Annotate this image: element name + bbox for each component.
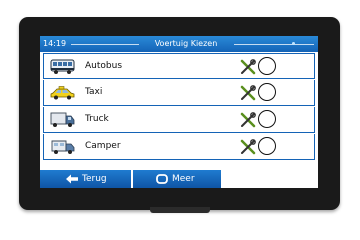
vehicle-radio[interactable] — [258, 57, 276, 75]
bottom-bar: Terug Meer — [40, 170, 318, 188]
page-title: Voertuig Kiezen — [154, 39, 218, 48]
vehicle-row-taxi[interactable]: Taxi — [43, 80, 315, 106]
arrow-left-icon — [66, 174, 78, 184]
taxi-icon — [50, 86, 75, 100]
gps-indicator-icon — [292, 42, 295, 45]
vehicle-label: Taxi — [85, 87, 103, 97]
clock: 14:19 — [43, 39, 67, 48]
vehicle-label: Truck — [85, 114, 109, 124]
settings-tools-icon[interactable] — [240, 139, 256, 155]
device-stand — [150, 207, 210, 213]
more-icon — [156, 174, 168, 184]
settings-tools-icon[interactable] — [240, 59, 256, 75]
title-bar: 14:19 Voertuig Kiezen — [40, 36, 318, 52]
vehicle-label: Autobus — [85, 61, 123, 71]
settings-tools-icon[interactable] — [240, 85, 256, 101]
more-label: Meer — [172, 174, 195, 184]
camper-icon — [51, 140, 75, 154]
title-divider-left — [71, 44, 139, 45]
back-button[interactable]: Terug — [40, 170, 131, 188]
vehicle-list: Autobus Taxi Truck Camper — [43, 53, 315, 161]
vehicle-row-camper[interactable]: Camper — [43, 134, 315, 160]
vehicle-radio[interactable] — [258, 137, 276, 155]
more-button[interactable]: Meer — [133, 170, 221, 188]
title-divider-right — [234, 44, 314, 45]
vehicle-label: Camper — [85, 141, 121, 151]
back-label: Terug — [82, 174, 107, 184]
screen: 14:19 Voertuig Kiezen Autobus Taxi Truck… — [40, 36, 318, 188]
bus-icon — [50, 59, 75, 74]
vehicle-row-truck[interactable]: Truck — [43, 107, 315, 133]
settings-tools-icon[interactable] — [240, 112, 256, 128]
truck-icon — [50, 112, 75, 127]
vehicle-radio[interactable] — [258, 110, 276, 128]
vehicle-row-autobus[interactable]: Autobus — [43, 53, 315, 79]
vehicle-radio[interactable] — [258, 83, 276, 101]
